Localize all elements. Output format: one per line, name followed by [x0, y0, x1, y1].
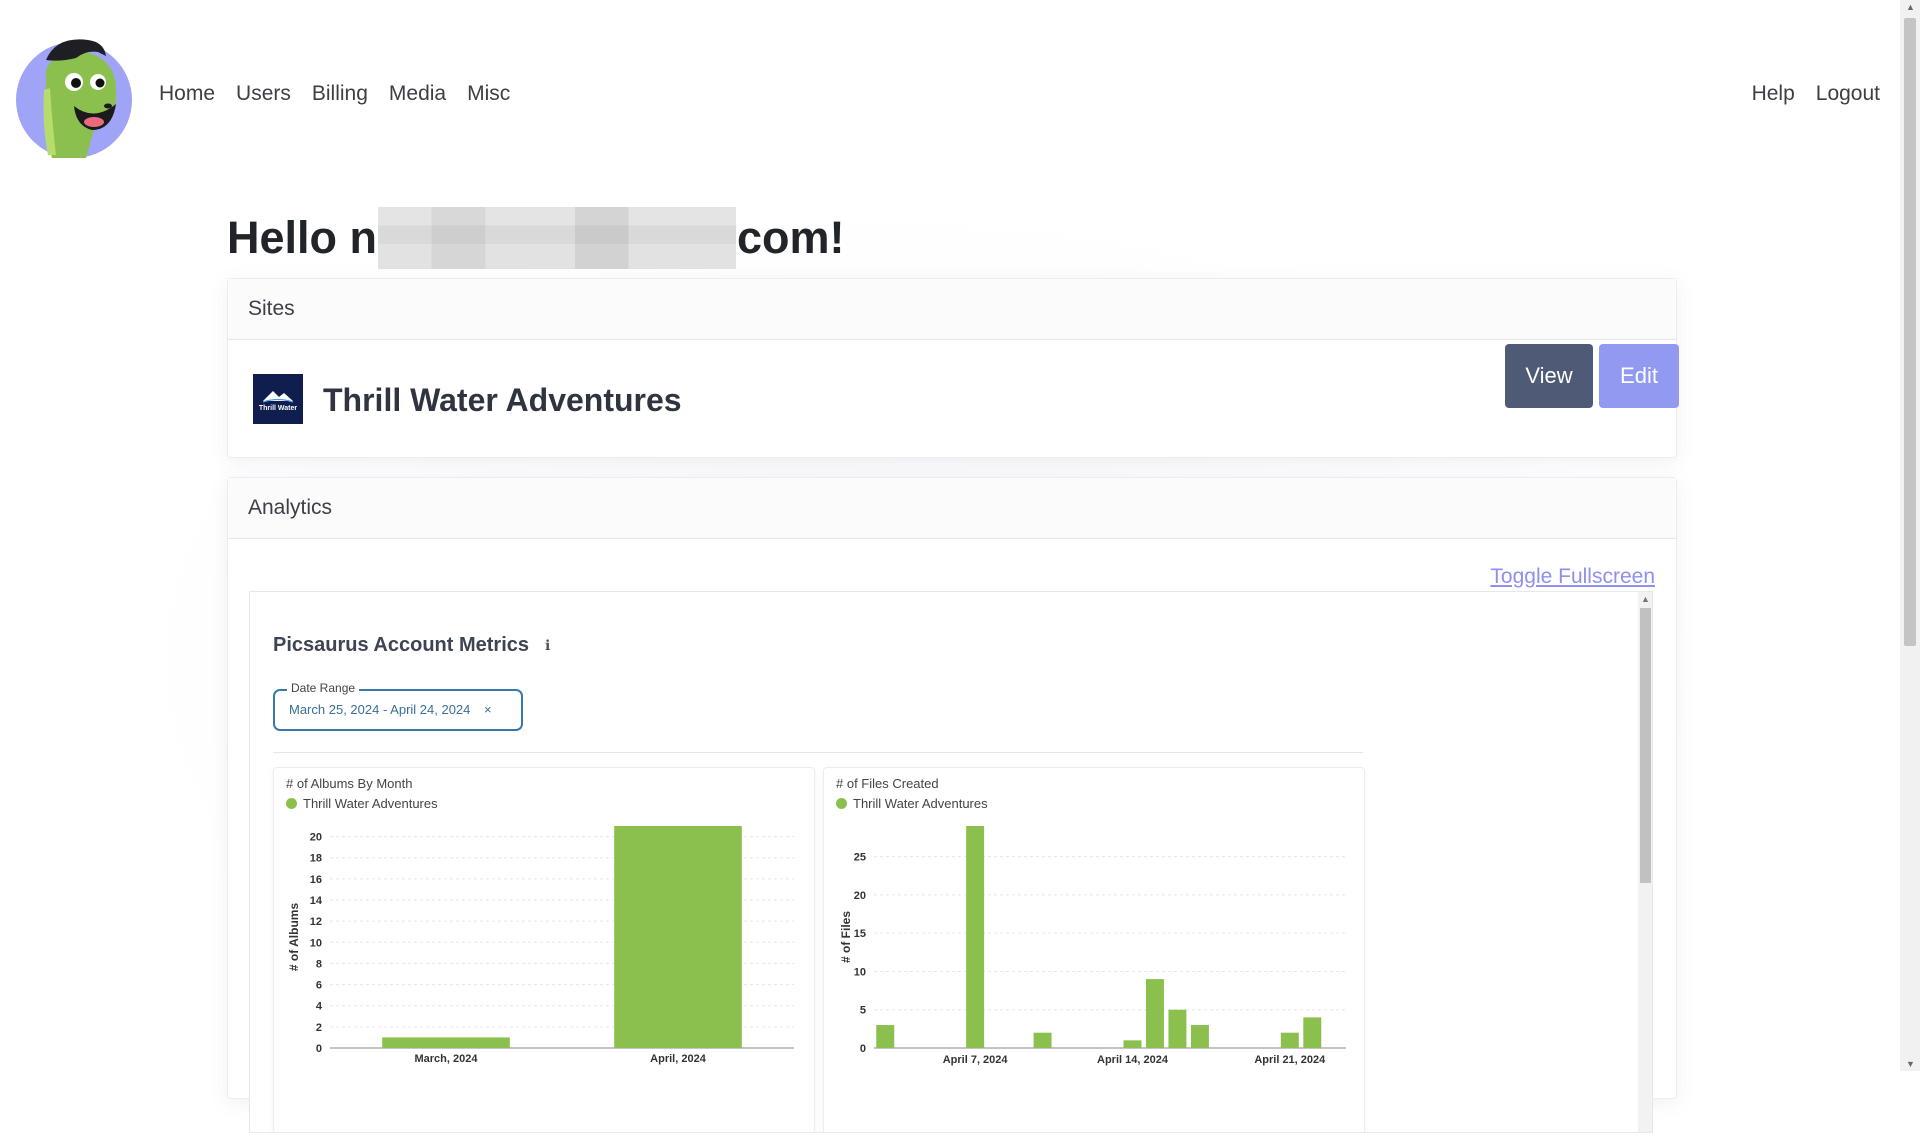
greeting-prefix: Hello n [227, 212, 378, 263]
bar [1033, 1032, 1052, 1048]
y-tick-label: 14 [310, 895, 323, 907]
y-tick-label: 10 [854, 966, 866, 978]
greeting-suffix: com! [737, 212, 845, 263]
x-tick-label: April 7, 2024 [943, 1054, 1009, 1066]
nav-home-link[interactable]: Home [159, 82, 215, 106]
y-tick-label: 5 [860, 1005, 866, 1017]
y-tick-label: 20 [854, 890, 866, 902]
y-tick-label: 10 [310, 937, 322, 949]
page-scrollbar[interactable]: ▲ ▼ [1900, 0, 1920, 1071]
y-tick-label: 15 [854, 928, 866, 940]
bar [876, 1025, 895, 1048]
edit-site-button[interactable]: Edit [1599, 344, 1679, 408]
view-site-button[interactable]: View [1505, 344, 1593, 408]
site-name: Thrill Water Adventures [323, 382, 682, 418]
y-tick-label: 4 [316, 1001, 323, 1013]
site-thumbnail-text: Thrill Water [258, 404, 298, 412]
files-chart-card: # of Files Created Thrill Water Adventur… [823, 767, 1365, 1132]
embed-scroll-thumb[interactable] [1640, 608, 1651, 883]
y-tick-label: 8 [316, 958, 322, 970]
x-tick-label: March, 2024 [415, 1053, 479, 1065]
scroll-up-arrow-icon[interactable]: ▲ [1641, 594, 1650, 604]
metrics-title: Picsaurus Account Metrics ℹ [273, 634, 550, 657]
bar [966, 826, 985, 1048]
analytics-card-header: Analytics [228, 478, 1676, 539]
date-range-value: March 25, 2024 - April 24, 2024 [289, 702, 471, 717]
albums-chart-card: # of Albums By Month Thrill Water Advent… [273, 767, 815, 1132]
nav-logout-link[interactable]: Logout [1816, 82, 1880, 106]
bar [614, 826, 742, 1048]
clear-date-range-icon[interactable]: × [484, 702, 492, 717]
y-axis-label: # of Albums [287, 903, 301, 972]
page-scroll-thumb[interactable] [1904, 18, 1916, 646]
toggle-fullscreen-link[interactable]: Toggle Fullscreen [1490, 565, 1655, 589]
bar [1145, 979, 1164, 1048]
section-divider [273, 752, 1363, 753]
analytics-embed-frame[interactable]: Picsaurus Account Metrics ℹ Date Range M… [249, 591, 1653, 1133]
nav-help-link[interactable]: Help [1752, 82, 1795, 106]
mountain-icon [262, 390, 294, 403]
y-tick-label: 25 [854, 852, 866, 864]
x-tick-label: April, 2024 [650, 1053, 707, 1065]
y-tick-label: 6 [316, 980, 322, 992]
x-tick-label: April 14, 2024 [1097, 1054, 1169, 1066]
files-bar-chart: 0 5 10 15 20 25 April 7, 2024 April 14, 2024 Apr… [839, 826, 1346, 1066]
info-icon[interactable]: ℹ [545, 637, 550, 654]
sites-card-header: Sites [228, 279, 1676, 340]
x-tick-label: April 21, 2024 [1254, 1054, 1326, 1066]
y-tick-label: 2 [316, 1022, 322, 1034]
albums-bar-chart: 0 2 4 6 8 10 12 14 16 18 20 March, 2024 April, 2024 #… [287, 826, 794, 1065]
scroll-down-arrow-icon[interactable]: ▼ [1906, 1059, 1915, 1069]
scroll-up-arrow-icon[interactable]: ▲ [1906, 2, 1915, 12]
bar [1280, 1032, 1299, 1048]
site-row: Thrill Water Thrill Water Adventures Vie… [253, 344, 1679, 440]
nav-media-link[interactable]: Media [389, 82, 446, 106]
date-range-value-wrap: March 25, 2024 - April 24, 2024 × [289, 702, 492, 717]
nav-misc-link[interactable]: Misc [467, 82, 510, 106]
bar [1190, 1025, 1209, 1048]
site-thumbnail: Thrill Water [253, 374, 303, 424]
sites-card: Sites Thrill Water Thrill Water Adventur… [227, 278, 1679, 458]
dinosaur-logo-icon[interactable] [16, 30, 132, 160]
date-range-label: Date Range [287, 681, 360, 695]
y-axis-label: # of Files [839, 911, 853, 963]
greeting-heading: Hello n com! [227, 207, 845, 269]
y-tick-label: 12 [310, 916, 322, 928]
nav-billing-link[interactable]: Billing [312, 82, 368, 106]
analytics-card: Analytics Toggle Fullscreen Picsaurus Ac… [227, 477, 1677, 1133]
y-tick-label: 20 [310, 832, 322, 844]
top-navbar: Home Users Billing Media Misc Help Logou… [0, 0, 1900, 190]
y-tick-label: 16 [310, 874, 322, 886]
metrics-title-text: Picsaurus Account Metrics [273, 634, 530, 656]
secondary-nav: Help Logout [1752, 82, 1880, 106]
bar [382, 1037, 510, 1048]
y-tick-label: 18 [310, 853, 322, 865]
primary-nav: Home Users Billing Media Misc [159, 82, 510, 106]
bar [1123, 1040, 1142, 1048]
y-tick-label: 0 [316, 1043, 322, 1055]
y-tick-label: 0 [860, 1043, 866, 1055]
bar [1168, 1009, 1187, 1048]
bar [1303, 1017, 1322, 1048]
redacted-email-block [378, 207, 737, 269]
nav-users-link[interactable]: Users [236, 82, 291, 106]
date-range-filter[interactable]: Date Range March 25, 2024 - April 24, 20… [273, 681, 523, 731]
embed-scrollbar[interactable]: ▲ [1638, 592, 1652, 1132]
